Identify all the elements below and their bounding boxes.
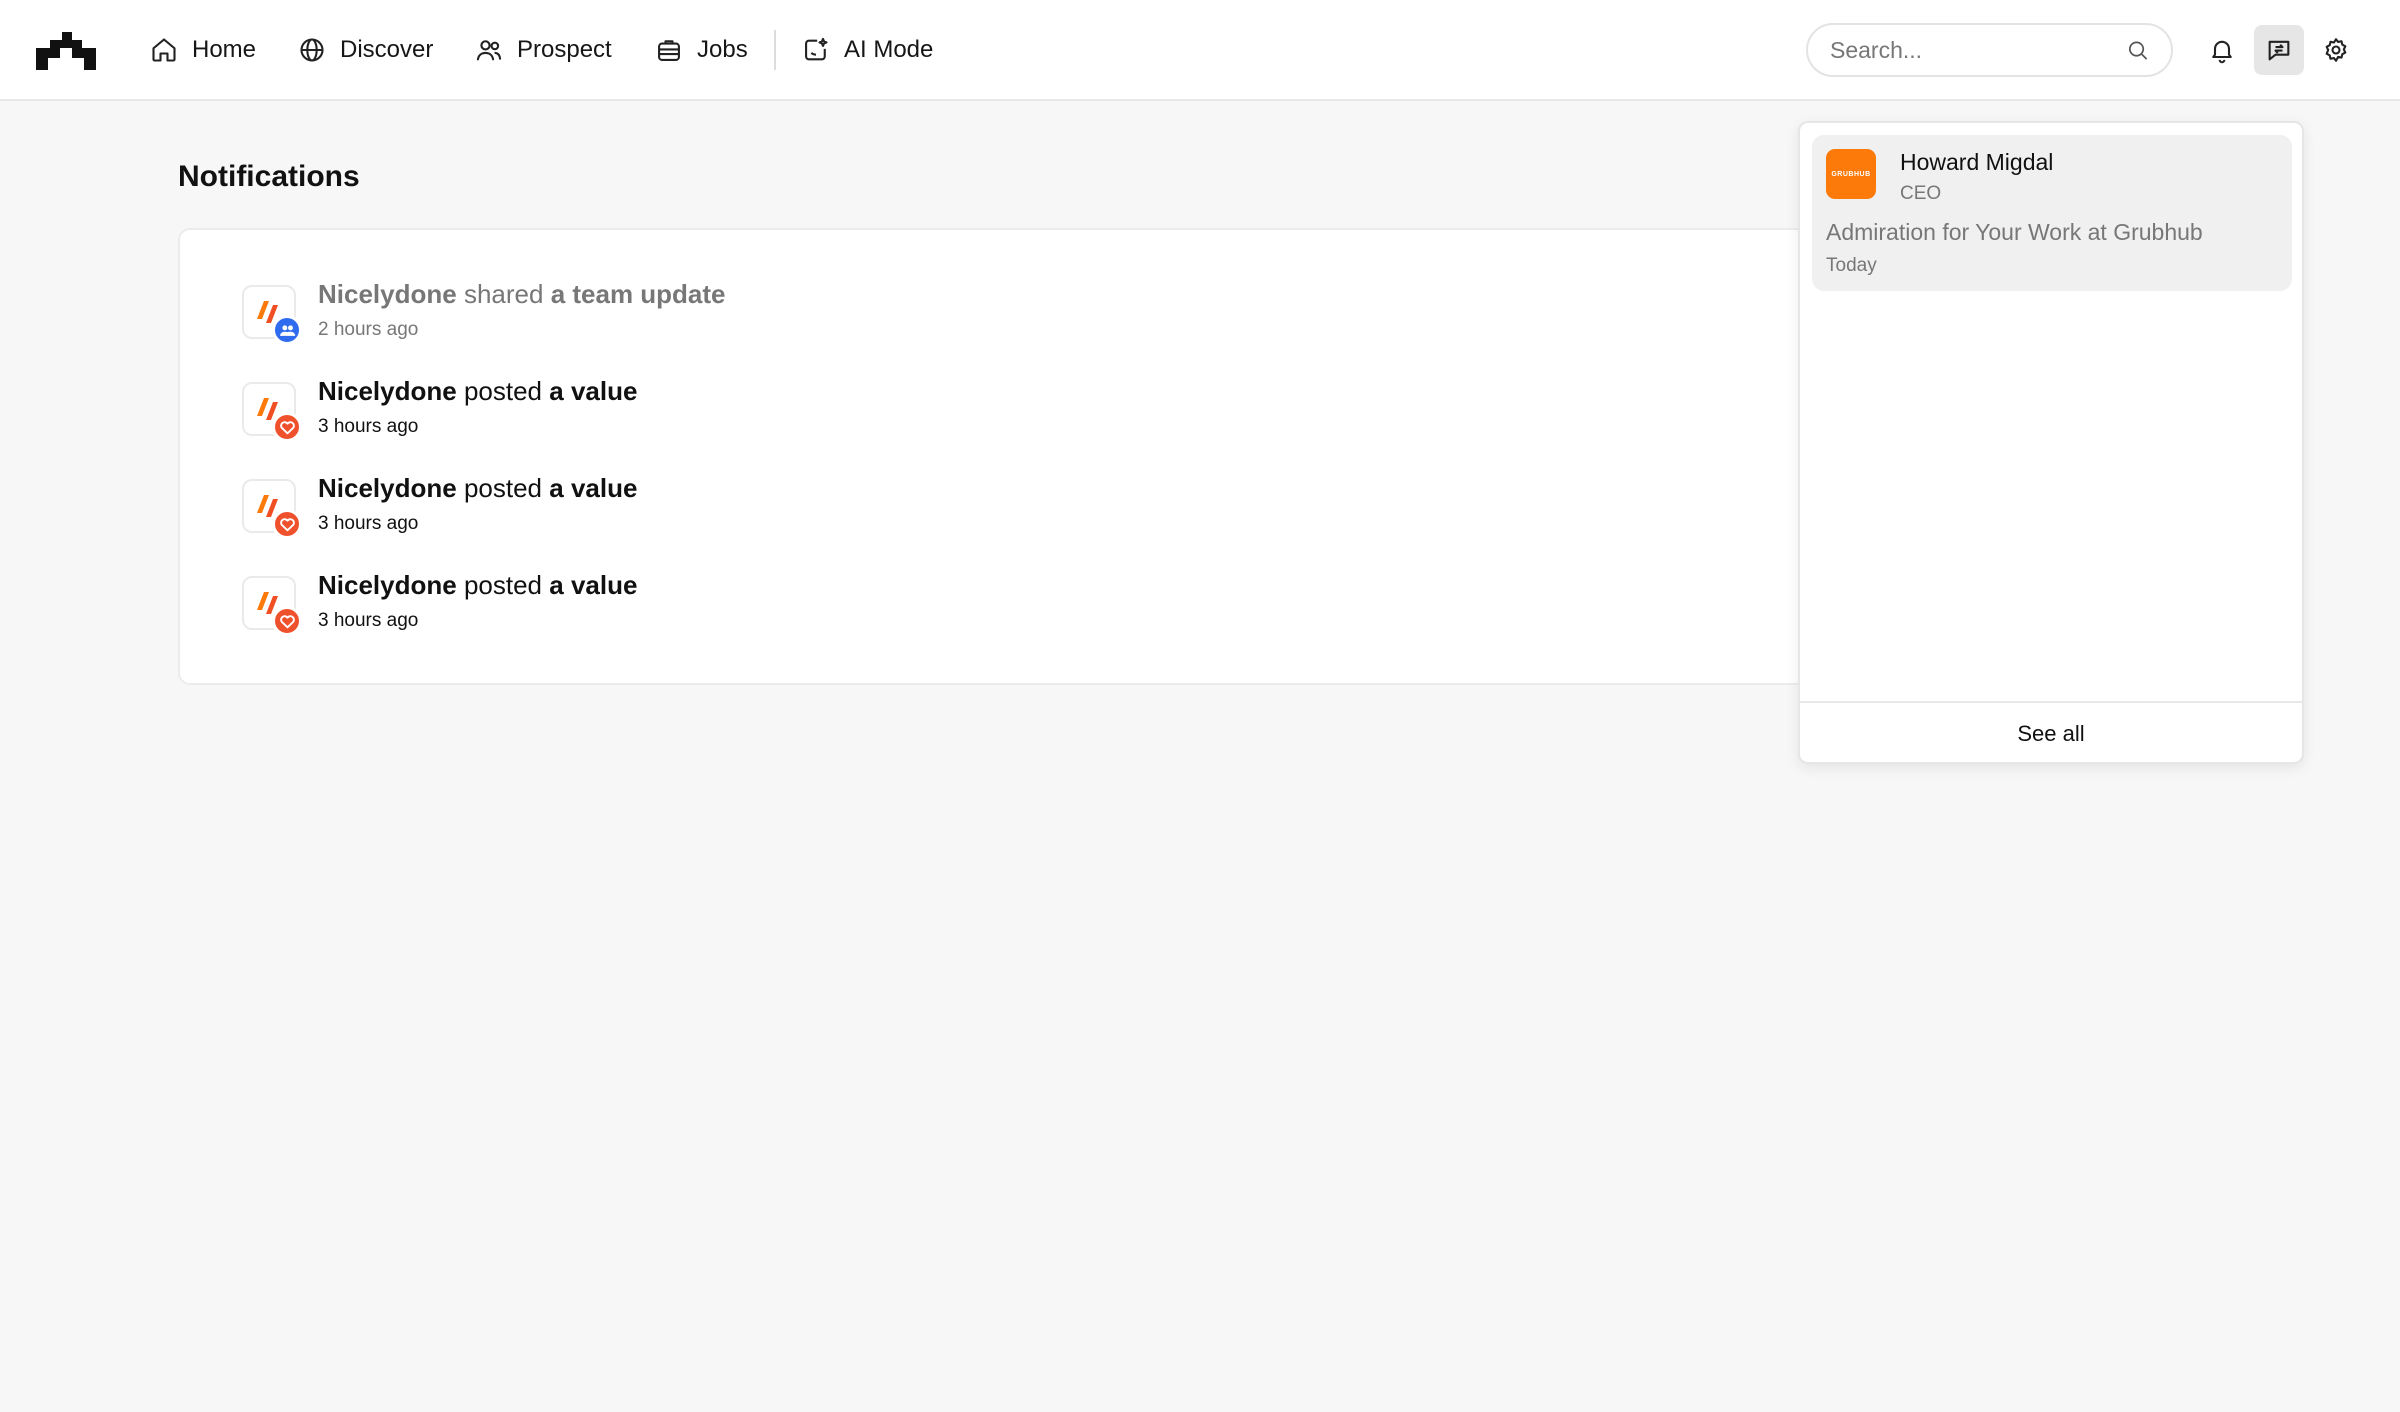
see-all-button[interactable]: See all: [1800, 701, 2302, 764]
nav-discover-label: Discover: [340, 36, 434, 63]
nav-jobs-label: Jobs: [697, 36, 748, 63]
search-input[interactable]: [1830, 36, 2126, 64]
notification-object[interactable]: a value: [549, 376, 637, 406]
heart-icon: [279, 517, 295, 531]
notification-time: 3 hours ago: [318, 416, 419, 437]
notification-text: Nicelydone posted a value: [318, 570, 637, 601]
notification-text: Nicelydone posted a value: [318, 376, 637, 407]
nav-discover[interactable]: Discover: [298, 30, 433, 70]
bell-icon: [2212, 40, 2232, 64]
notification-time: 3 hours ago: [318, 610, 419, 631]
messages-icon: [2268, 40, 2290, 61]
nicelydone-avatar: [242, 285, 302, 345]
notification-time: 2 hours ago: [318, 319, 419, 340]
nav-prospect[interactable]: Prospect: [475, 30, 612, 70]
notification-verb: posted: [463, 376, 543, 406]
notification-actor[interactable]: Nicelydone: [318, 473, 457, 503]
users-icon: [476, 40, 502, 61]
nav-prospect-label: Prospect: [517, 36, 612, 63]
grubhub-logo: GRUBHUB: [1826, 149, 1876, 199]
notification-object[interactable]: a value: [549, 570, 637, 600]
home-icon: [152, 38, 176, 62]
message-sender-role: CEO: [1900, 183, 1942, 204]
search-box[interactable]: [1806, 23, 2173, 77]
nav-divider: [774, 30, 776, 70]
notification-verb: shared: [463, 279, 544, 309]
grubhub-logo-text: GRUBHUB: [1831, 170, 1871, 178]
brand-logo[interactable]: [36, 32, 96, 70]
value-badge: [272, 412, 302, 442]
message-item[interactable]: GRUBHUB Howard Migdal CEO Admiration for…: [1812, 135, 2292, 291]
messages-dropdown: GRUBHUB Howard Migdal CEO Admiration for…: [1798, 121, 2304, 764]
notification-verb: posted: [463, 570, 543, 600]
nav-jobs[interactable]: Jobs: [655, 30, 748, 70]
value-badge: [272, 606, 302, 636]
ai-sparkle-icon: [805, 37, 828, 61]
message-sender-name: Howard Migdal: [1900, 149, 2054, 175]
message-subject: Admiration for Your Work at Grubhub: [1826, 219, 2203, 245]
heart-icon: [279, 614, 295, 628]
nicelydone-avatar: [242, 576, 302, 636]
notification-object[interactable]: a value: [549, 473, 637, 503]
notification-item[interactable]: Nicelydone posted a value 3 hours ago: [242, 570, 1442, 640]
notification-item[interactable]: Nicelydone shared a team update 2 hours …: [242, 279, 1442, 349]
team-badge: [272, 315, 302, 345]
nav-home[interactable]: Home: [150, 30, 256, 70]
nav-ai-mode-label: AI Mode: [844, 36, 934, 63]
nav-home-label: Home: [192, 36, 257, 63]
settings-button[interactable]: [2311, 25, 2361, 75]
notification-text: Nicelydone shared a team update: [318, 279, 726, 310]
notification-time: 3 hours ago: [318, 513, 419, 534]
heart-icon: [279, 420, 295, 434]
value-badge: [272, 509, 302, 539]
search-icon[interactable]: [2126, 37, 2149, 63]
notifications-card: Nicelydone shared a team update 2 hours …: [178, 228, 1898, 685]
notification-actor[interactable]: Nicelydone: [318, 376, 457, 406]
notification-text: Nicelydone posted a value: [318, 473, 637, 504]
gear-icon: [2325, 38, 2347, 62]
notification-actor[interactable]: Nicelydone: [318, 279, 457, 309]
top-navbar: Home Discover Prospect Jobs AI Mode: [0, 0, 2400, 101]
message-date: Today: [1826, 255, 1877, 276]
nicelydone-avatar: [242, 382, 302, 442]
briefcase-icon: [658, 40, 680, 61]
team-icon: [279, 324, 295, 336]
notification-item[interactable]: Nicelydone posted a value 3 hours ago: [242, 473, 1442, 543]
nav-ai-mode[interactable]: AI Mode: [802, 30, 933, 70]
notification-actor[interactable]: Nicelydone: [318, 570, 457, 600]
globe-icon: [300, 38, 324, 62]
notification-object[interactable]: a team update: [551, 279, 726, 309]
nicelydone-avatar: [242, 479, 302, 539]
notification-item[interactable]: Nicelydone posted a value 3 hours ago: [242, 376, 1442, 446]
messages-button[interactable]: [2254, 25, 2304, 75]
notifications-button[interactable]: [2197, 25, 2247, 75]
page-title: Notifications: [178, 160, 360, 193]
notification-verb: posted: [463, 473, 543, 503]
